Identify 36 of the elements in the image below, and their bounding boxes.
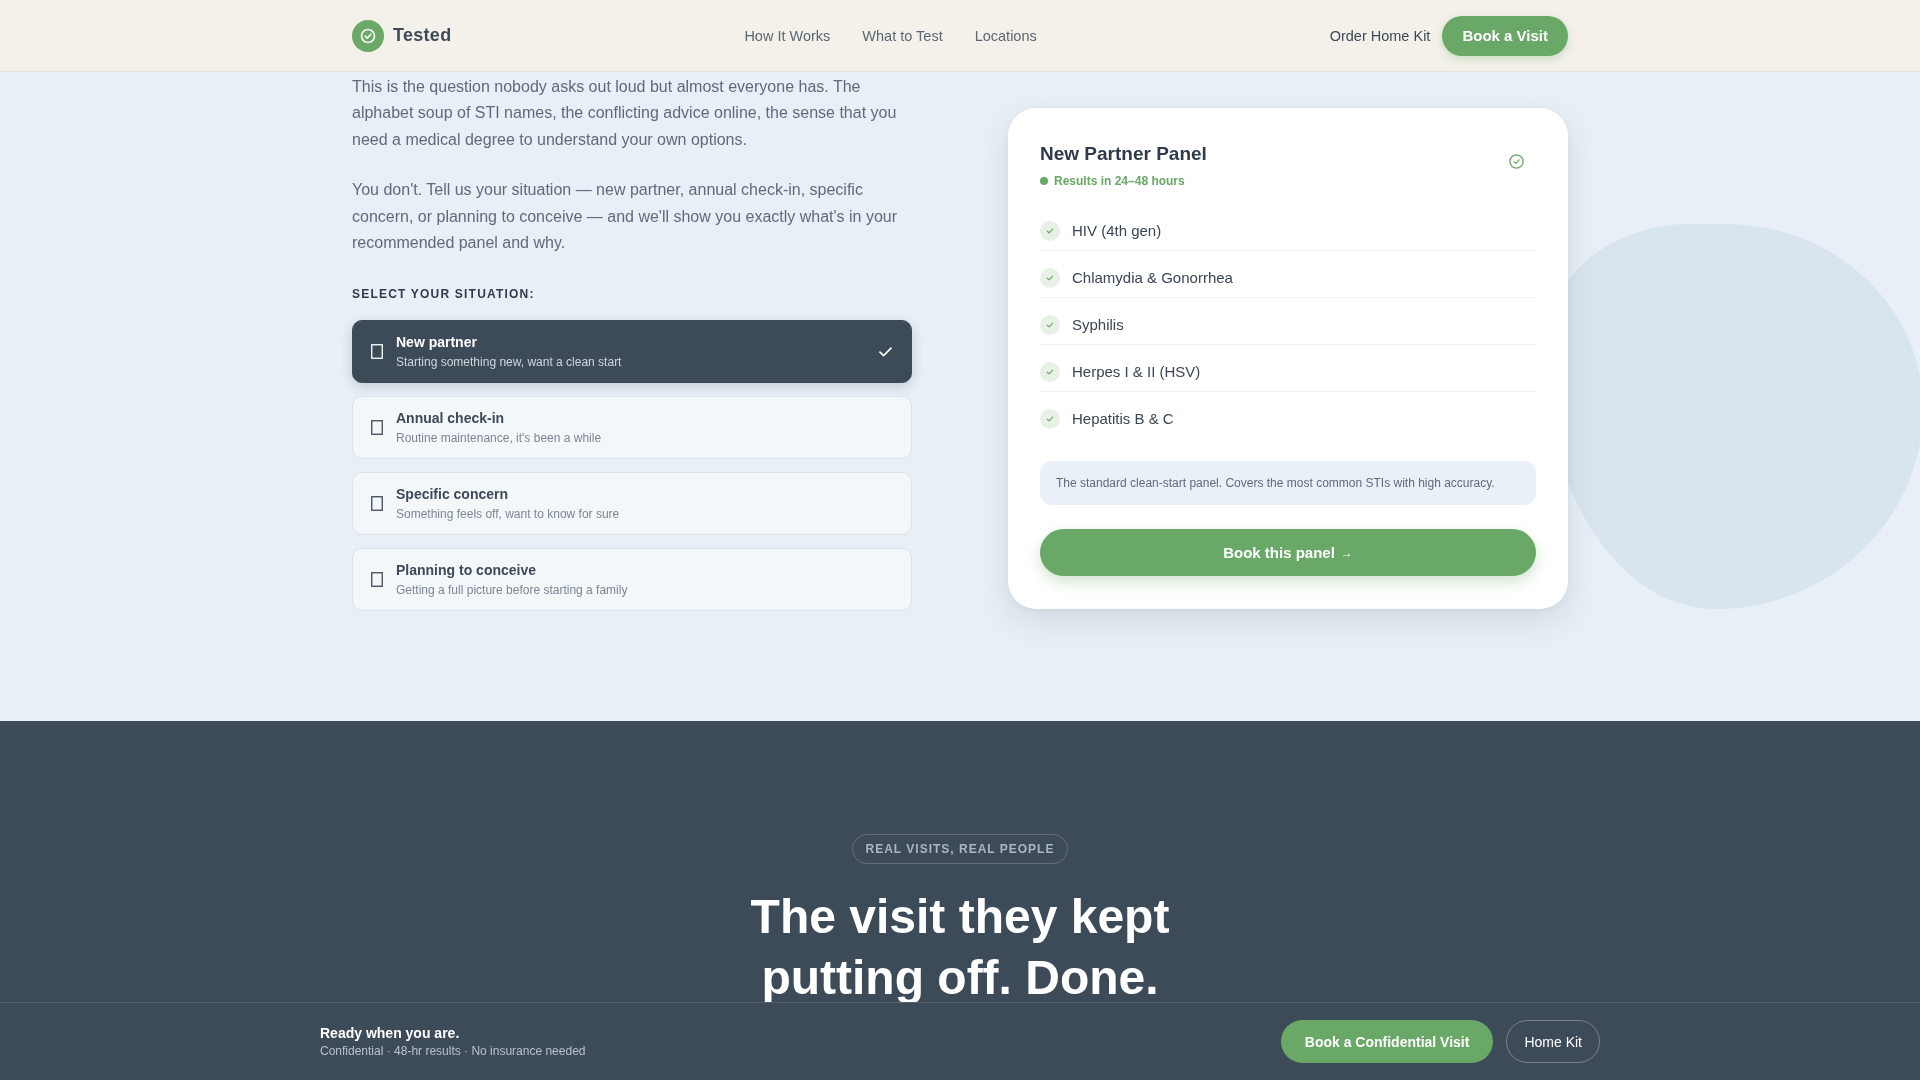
situation-option[interactable]: Annual check-in Routine maintenance, it's been a while xyxy=(352,396,912,460)
check-circle-logo-icon xyxy=(352,19,384,52)
turnaround-text: Results in 24–48 hours xyxy=(1054,173,1185,189)
bar-subtitle: Confidential · 48-hr results · No insurance needed xyxy=(320,1043,586,1059)
square-outline-icon xyxy=(371,344,383,360)
panel-note: The standard clean-start panel. Covers the most common STIs with high accuracy. xyxy=(1040,461,1536,505)
check-icon xyxy=(1040,409,1060,429)
test-name: Syphilis xyxy=(1072,315,1124,335)
situation-option[interactable]: Specific concern Something feels off, want to know for sure xyxy=(352,472,912,536)
panel-title: New Partner Panel xyxy=(1040,142,1207,166)
square-outline-icon xyxy=(371,496,383,512)
test-name: Herpes I & II (HSV) xyxy=(1072,362,1201,382)
test-name: Chlamydia & Gonorrhea xyxy=(1072,268,1233,288)
test-name: Hepatitis B & C xyxy=(1072,409,1174,429)
check-icon xyxy=(1040,315,1060,335)
intro-paragraph: This is the question nobody asks out loud but almost everyone has. The alphabet soup of STI names, the conflicting advice online, the sense that you need a medical degree to understand your own options. xyxy=(352,77,898,150)
check-icon xyxy=(1040,362,1060,382)
intro-paragraph: You don't. Tell us your situation — new partner, annual check-in, specific concern, or planning to conceive — and we'll show you exactly what's in your recommended panel and why. xyxy=(352,180,899,254)
test-name: HIV (4th gen) xyxy=(1072,221,1162,241)
check-icon xyxy=(1040,221,1060,241)
square-outline-icon xyxy=(371,572,383,588)
square-outline-icon xyxy=(371,420,383,436)
order-kit-link[interactable]: Order Home Kit xyxy=(1329,27,1431,44)
nav-link[interactable]: How It Works xyxy=(744,27,831,44)
nav-link[interactable]: What to Test xyxy=(862,27,943,44)
nav-link[interactable]: Locations xyxy=(974,27,1037,44)
status-dot-icon xyxy=(1040,177,1048,185)
situation-option[interactable]: New partner Starting something new, want a clean start xyxy=(352,320,912,384)
section-heading: The visit they kept putting off. Done. xyxy=(749,889,1171,1006)
brand-name: Tested xyxy=(393,25,452,46)
check-icon xyxy=(1040,268,1060,288)
situation-option[interactable]: Planning to conceive Getting a full picture before starting a family xyxy=(352,548,912,612)
bar-title: Ready when you are. xyxy=(320,1024,461,1042)
check-icon xyxy=(879,346,892,357)
check-circle-icon xyxy=(1509,154,1524,169)
section-label: SELECT YOUR SITUATION: xyxy=(352,287,536,303)
